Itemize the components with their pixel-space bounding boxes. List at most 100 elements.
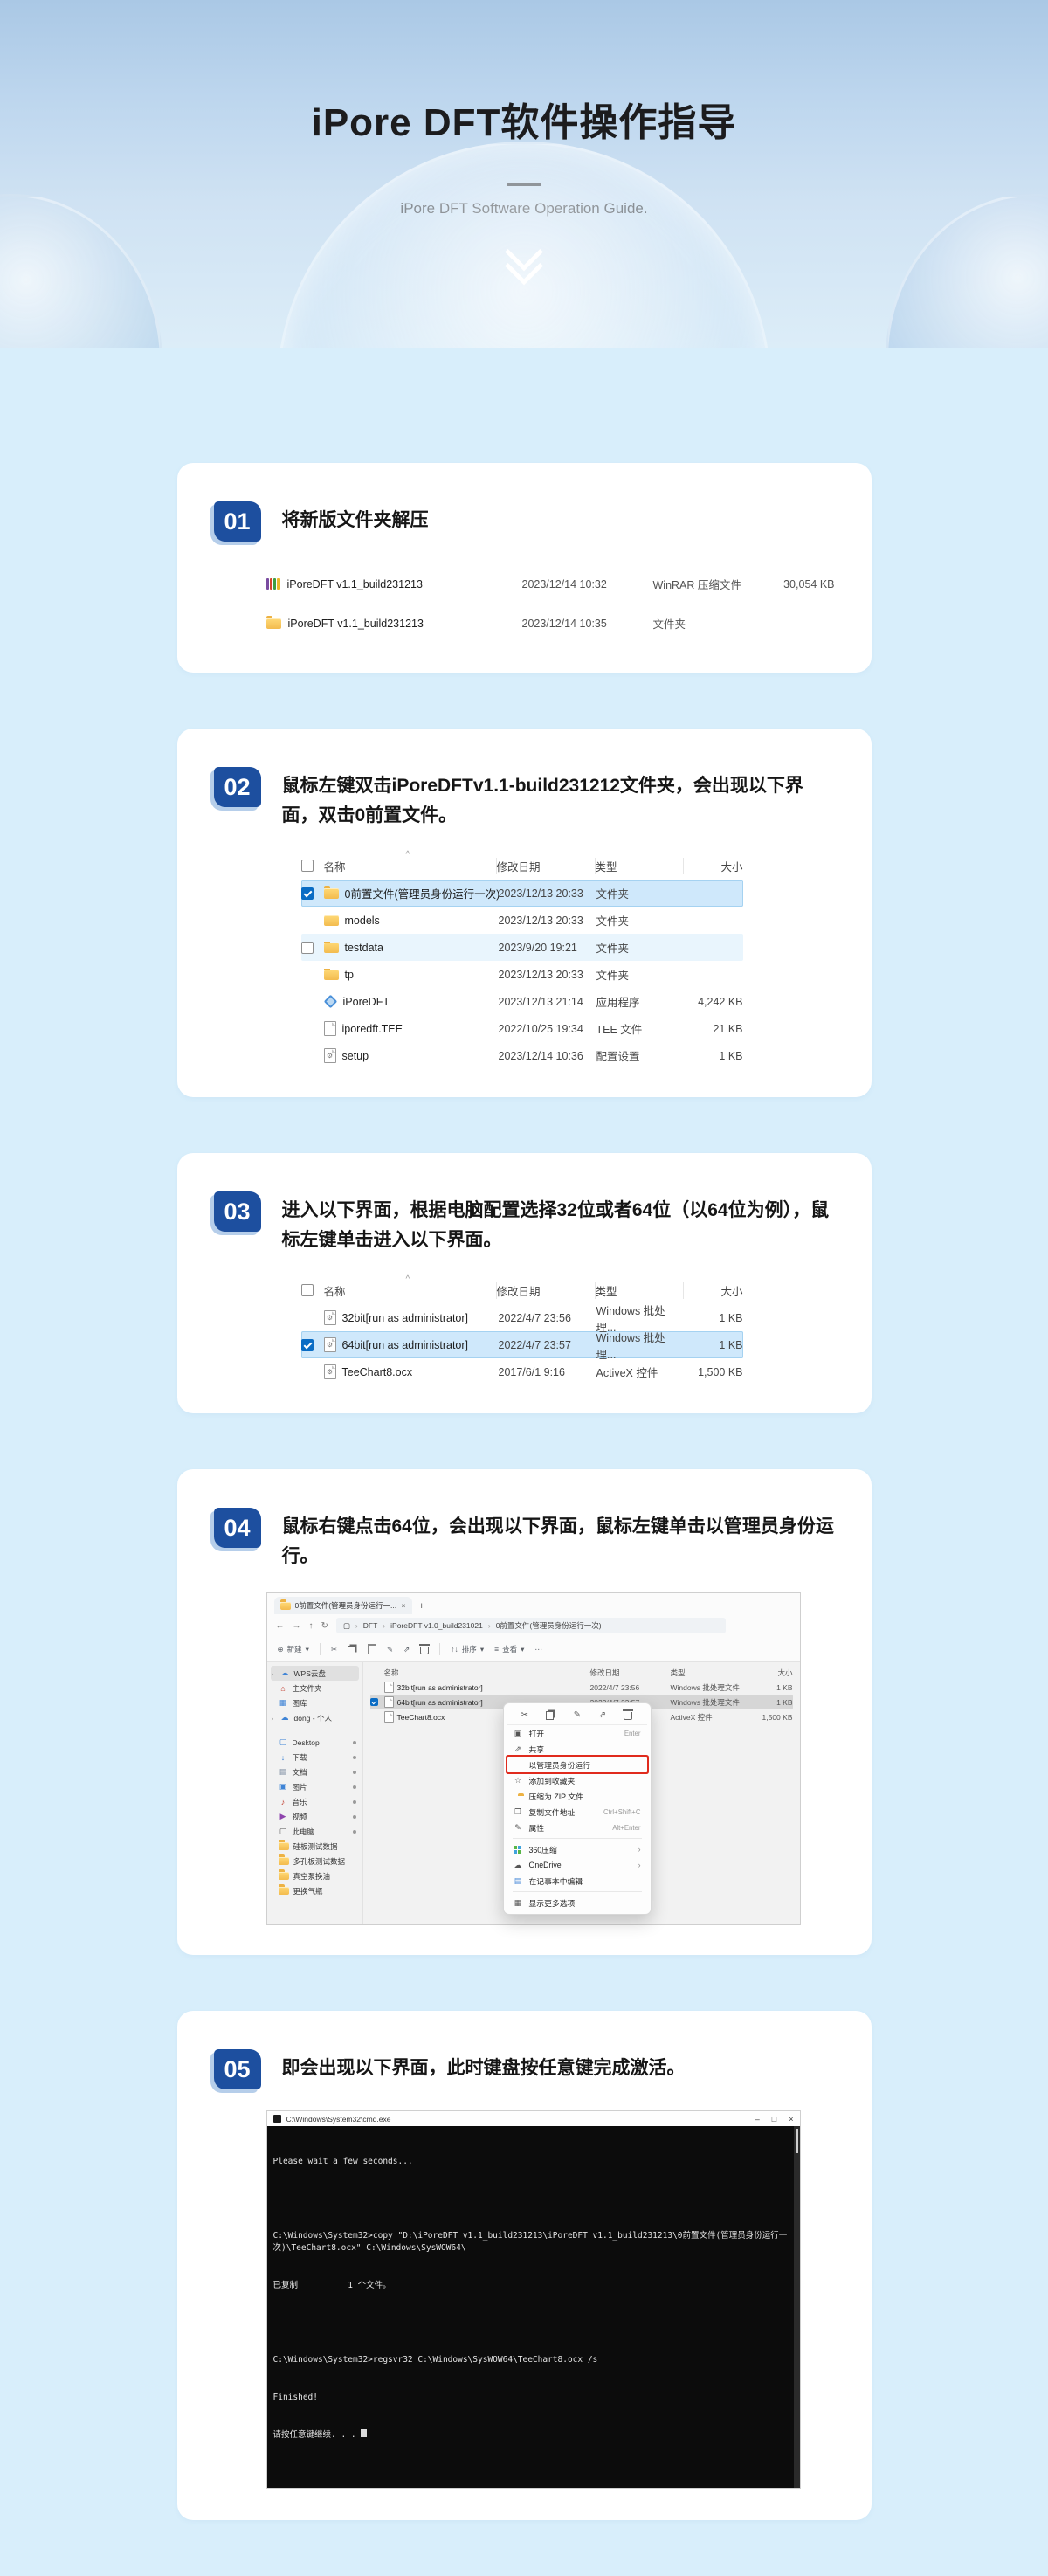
breadcrumb-item[interactable]: iPoreDFT v1.0_build231021 xyxy=(390,1621,483,1630)
scrollbar-thumb[interactable] xyxy=(796,2129,798,2153)
table-row-hover[interactable]: testdata 2023/9/20 19:21 文件夹 xyxy=(301,934,743,961)
refresh-icon[interactable]: ↻ xyxy=(321,1621,328,1631)
menu-item-compress-to-zip[interactable]: 压缩为 ZIP 文件 xyxy=(507,1788,647,1804)
select-all-checkbox[interactable] xyxy=(301,1284,314,1296)
sidebar-item-folder[interactable]: 硅板测试数据 xyxy=(267,1839,362,1854)
table-row[interactable]: iPoreDFT 2023/12/13 21:14 应用程序 4,242 KB xyxy=(301,988,743,1015)
menu-item-share[interactable]: ⇗共享 xyxy=(507,1741,647,1757)
menu-item-properties[interactable]: ✎属性Alt+Enter xyxy=(507,1820,647,1835)
select-all-checkbox[interactable] xyxy=(301,860,314,872)
column-header-name[interactable]: 名称 xyxy=(324,1282,497,1299)
file-row[interactable]: iPoreDFT v1.1_build231213 2023/12/14 10:… xyxy=(266,604,835,643)
rename-icon[interactable]: ✎ xyxy=(574,1710,581,1720)
sidebar-item-downloads[interactable]: ↓下载 xyxy=(267,1750,362,1765)
menu-item-copy-file-path[interactable]: ❐复制文件地址Ctrl+Shift+C xyxy=(507,1804,647,1820)
copy-icon[interactable] xyxy=(348,1646,355,1654)
rename-icon[interactable]: ✎ xyxy=(387,1645,393,1654)
desktop-icon: ▢ xyxy=(279,1737,288,1747)
batch-file-icon: ⚙ xyxy=(324,1310,336,1325)
table-row[interactable]: models 2023/12/13 20:33 文件夹 xyxy=(301,907,743,934)
sidebar-item-documents[interactable]: ▤文档 xyxy=(267,1765,362,1779)
delete-icon[interactable] xyxy=(624,1712,632,1720)
cut-icon[interactable]: ✂ xyxy=(331,1645,337,1654)
sidebar-item-onedrive-personal[interactable]: ›☁dong - 个人 xyxy=(267,1710,362,1725)
menu-item-show-more-options[interactable]: ▦显示更多选项 xyxy=(507,1895,647,1910)
menu-item-open[interactable]: ▣打开Enter xyxy=(507,1725,647,1741)
menu-item-run-as-administrator[interactable]: 以管理员身份运行 xyxy=(507,1757,647,1772)
new-button[interactable]: ⊕新建▾ xyxy=(278,1644,309,1654)
column-header-date[interactable]: 修改日期 xyxy=(497,1282,596,1299)
table-row[interactable]: ⚙32bit[run as administrator] 2022/4/7 23… xyxy=(301,1304,743,1331)
menu-item-edit-in-notepad[interactable]: ▤在记事本中编辑 xyxy=(507,1873,647,1889)
view-button[interactable]: ≡查看▾ xyxy=(494,1644,524,1654)
sidebar-item-folder[interactable]: 多孔板测试数据 xyxy=(267,1854,362,1868)
scrollbar[interactable] xyxy=(794,2126,800,2488)
column-header-type[interactable]: 类型 xyxy=(671,1668,748,1678)
chevron-down-icon: ▾ xyxy=(521,1645,524,1654)
sidebar-item-music[interactable]: ♪音乐 xyxy=(267,1794,362,1809)
table-row[interactable]: 32bit[run as administrator] 2022/4/7 23:… xyxy=(370,1680,793,1695)
column-header-type[interactable]: 类型 xyxy=(596,1282,684,1299)
batch-file-icon: ⚙ xyxy=(324,1337,336,1352)
menu-item-onedrive[interactable]: ☁OneDrive› xyxy=(507,1857,647,1873)
up-icon[interactable]: ↑ xyxy=(309,1621,314,1631)
share-icon[interactable]: ⇗ xyxy=(599,1710,606,1720)
file-date: 2023/12/14 10:36 xyxy=(499,1050,596,1062)
table-row-selected[interactable]: 0前置文件(管理员身份运行一次) 2023/12/13 20:33 文件夹 xyxy=(301,880,743,907)
share-icon[interactable]: ⇗ xyxy=(403,1645,410,1654)
column-header-type[interactable]: 类型 xyxy=(596,858,684,874)
column-header-size[interactable]: 大小 xyxy=(684,1282,743,1299)
sidebar-item-folder[interactable]: 真空泵换油 xyxy=(267,1868,362,1883)
folder-icon xyxy=(279,1872,289,1880)
sidebar-item-this-pc[interactable]: ▢此电脑 xyxy=(267,1824,362,1839)
sidebar-item-pictures[interactable]: ▣图片 xyxy=(267,1779,362,1794)
breadcrumb-item[interactable]: DFT xyxy=(363,1621,378,1630)
copy-icon[interactable] xyxy=(546,1711,554,1720)
more-icon[interactable]: ⋯ xyxy=(534,1645,542,1654)
sort-icon: ↑↓ xyxy=(451,1645,458,1654)
table-row[interactable]: ⚙TeeChart8.ocx 2017/6/1 9:16 ActiveX 控件 … xyxy=(301,1358,743,1385)
breadcrumb-item[interactable]: 0前置文件(管理员身份运行一次) xyxy=(496,1620,602,1631)
file-row[interactable]: iPoreDFT v1.1_build231213 2023/12/14 10:… xyxy=(266,564,835,604)
column-header-date[interactable]: 修改日期 xyxy=(497,858,596,874)
sidebar-item-folder[interactable]: 更换气瓶 xyxy=(267,1883,362,1898)
step-card-05: 05 即会出现以下界面，此时键盘按任意键完成激活。 C:\Windows\Sys… xyxy=(177,2011,872,2520)
maximize-button[interactable]: □ xyxy=(772,2115,776,2124)
column-header-size[interactable]: 大小 xyxy=(684,858,743,874)
tab-close-icon[interactable]: × xyxy=(402,1601,406,1610)
breadcrumb[interactable]: ▢ › DFT › iPoreDFT v1.0_build231021 › 0前… xyxy=(336,1618,726,1633)
table-row[interactable]: iporedft.TEE 2022/10/25 19:34 TEE 文件 21 … xyxy=(301,1015,743,1042)
submenu-arrow-icon: › xyxy=(638,1861,641,1869)
row-checkbox-checked[interactable] xyxy=(301,887,314,900)
row-checkbox-checked[interactable] xyxy=(301,1339,314,1351)
ocx-file-icon: ⚙ xyxy=(324,1364,336,1379)
column-header-name[interactable]: 名称^ xyxy=(384,1668,590,1678)
sidebar-item-wps-cloud[interactable]: ›☁WPS云盘 xyxy=(271,1666,359,1681)
new-tab-button[interactable]: + xyxy=(419,1601,424,1614)
cmd-title-bar[interactable]: C:\Windows\System32\cmd.exe – □ × xyxy=(267,2111,800,2126)
table-row-selected[interactable]: ⚙64bit[run as administrator] 2022/4/7 23… xyxy=(301,1331,743,1358)
row-checkbox[interactable] xyxy=(301,942,314,954)
sidebar-item-videos[interactable]: ▶视频 xyxy=(267,1809,362,1824)
cut-icon[interactable]: ✂ xyxy=(521,1710,528,1720)
explorer-tab[interactable]: 0前置文件(管理员身份运行一... × xyxy=(274,1597,412,1614)
column-header-date[interactable]: 修改日期 xyxy=(590,1668,671,1678)
table-row[interactable]: tp 2023/12/13 20:33 文件夹 xyxy=(301,961,743,988)
row-checkbox-checked[interactable] xyxy=(370,1698,378,1706)
delete-icon[interactable] xyxy=(420,1647,429,1654)
column-header-size[interactable]: 大小 xyxy=(748,1668,793,1678)
menu-item-add-to-favorites[interactable]: ☆添加到收藏夹 xyxy=(507,1772,647,1788)
column-header-name[interactable]: 名称 xyxy=(324,858,497,874)
minimize-button[interactable]: – xyxy=(755,2115,760,2124)
close-button[interactable]: × xyxy=(789,2115,793,2124)
forward-icon[interactable]: → xyxy=(293,1621,301,1631)
table-row[interactable]: ⚙setup 2023/12/14 10:36 配置设置 1 KB xyxy=(301,1042,743,1069)
sort-button[interactable]: ↑↓排序▾ xyxy=(451,1644,484,1654)
sidebar-item-home[interactable]: ⌂主文件夹 xyxy=(267,1681,362,1695)
menu-item-360zip[interactable]: 360压缩› xyxy=(507,1841,647,1857)
step-title: 鼠标左键双击iPoreDFTv1.1-build231212文件夹，会出现以下界… xyxy=(282,767,835,831)
sidebar-item-desktop[interactable]: ▢Desktop xyxy=(267,1735,362,1750)
back-icon[interactable]: ← xyxy=(276,1621,285,1631)
sidebar-item-gallery[interactable]: ▦图库 xyxy=(267,1695,362,1710)
paste-icon[interactable] xyxy=(368,1644,376,1654)
